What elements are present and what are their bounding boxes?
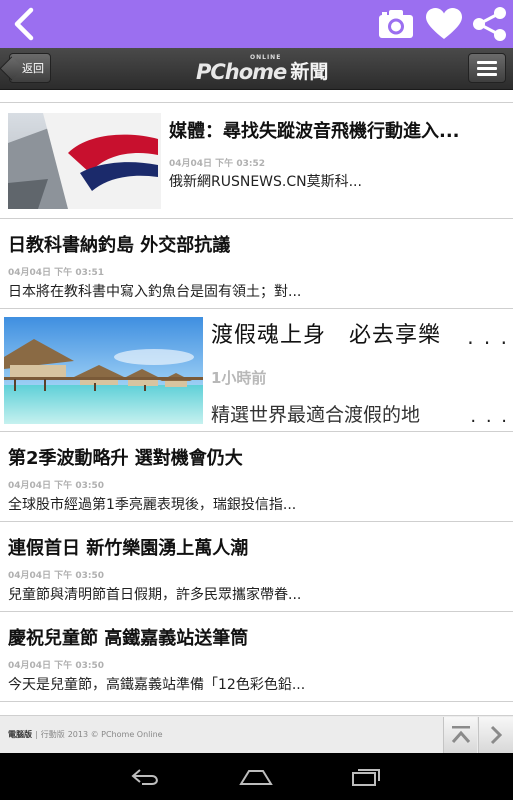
home-icon: [239, 770, 273, 785]
beach-villa-thumbnail: [4, 317, 203, 424]
news-title: 連假首日 新竹樂園湧上萬人潮: [8, 538, 249, 559]
news-time: 04月04日 下午 03:50: [8, 661, 104, 671]
copyright-text: 2013 © PChome Online: [67, 730, 163, 739]
news-title: 慶祝兒童節 高鐵嘉義站送筆筒: [8, 628, 249, 649]
footer-divider: |: [35, 730, 38, 739]
news-time: 04月04日 下午 03:50: [8, 571, 104, 581]
system-home-button[interactable]: [234, 761, 278, 793]
title-ellipsis: . . .: [467, 325, 509, 349]
menu-icon-bar: [477, 60, 497, 64]
scroll-top-button[interactable]: [443, 717, 477, 753]
favorite-button[interactable]: [424, 4, 464, 44]
logo-online: ONLINE: [250, 54, 282, 61]
list-top-divider: [0, 91, 513, 103]
summary-ellipsis: . . .: [470, 406, 509, 427]
share-button[interactable]: [470, 4, 510, 44]
news-summary: 俄新網RUSNEWS.CN莫斯科...: [169, 174, 362, 190]
menu-button[interactable]: [468, 53, 506, 83]
pchome-news-logo: PChome ONLINE 新聞: [196, 54, 328, 84]
recents-icon: [352, 769, 380, 786]
scroll-top-icon: [451, 726, 470, 743]
action-bar: [0, 0, 513, 48]
news-summary: 精選世界最適合渡假的地: [211, 404, 421, 426]
next-page-button[interactable]: [478, 717, 513, 753]
news-summary: 兒童節與清明節首日假期，許多民眾攜家帶眷...: [8, 587, 302, 603]
footer-links: 電腦版 | 行動版 2013 © PChome Online: [8, 729, 163, 740]
news-item[interactable]: 連假首日 新竹樂園湧上萬人潮 04月04日 下午 03:50 兒童節與清明節首日…: [0, 522, 513, 612]
news-summary: 全球股市經過第1季亮麗表現後，瑞銀投信指...: [8, 497, 297, 513]
system-back-button[interactable]: [124, 761, 168, 793]
logo-brand: PChome: [196, 60, 287, 84]
news-summary: 今天是兒童節，高鐵嘉義站準備「12色彩色鉛...: [8, 677, 306, 693]
app-header: 返回 PChome ONLINE 新聞: [0, 48, 513, 90]
back-icon: [131, 769, 158, 785]
airplane-thumbnail: [8, 113, 161, 209]
share-icon: [473, 7, 506, 41]
mobile-version-link[interactable]: 行動版: [41, 729, 65, 740]
chevron-left-icon: [14, 7, 34, 41]
news-item[interactable]: 日教科書納釣島 外交部抗議 04月04日 下午 03:51 日本將在教科書中寫入…: [0, 219, 513, 309]
news-item-text: 媒體：尋找失蹤波音飛機行動進入... 04月04日 下午 03:52 俄新網RU…: [169, 117, 505, 191]
desktop-version-link[interactable]: 電腦版: [8, 729, 32, 740]
camera-icon: [379, 10, 413, 38]
news-title: 第2季波動略升 選對機會仍大: [8, 448, 243, 469]
system-navigation-bar: [0, 753, 513, 800]
news-item[interactable]: 渡假魂上身 必去享樂 . . . 1小時前 精選世界最適合渡假的地 . . .: [0, 309, 513, 432]
news-time: 1小時前: [211, 369, 267, 387]
menu-icon-bar: [477, 72, 497, 76]
news-list: 媒體：尋找失蹤波音飛機行動進入... 04月04日 下午 03:52 俄新網RU…: [0, 91, 513, 715]
back-arrow-button[interactable]: [4, 4, 44, 44]
logo-section: 新聞: [290, 61, 329, 83]
header-back-button[interactable]: 返回: [9, 53, 51, 83]
news-time: 04月04日 下午 03:50: [8, 481, 104, 491]
page-footer: 電腦版 | 行動版 2013 © PChome Online: [0, 715, 513, 753]
chevron-right-icon: [490, 725, 503, 745]
news-item[interactable]: 媒體：尋找失蹤波音飛機行動進入... 04月04日 下午 03:52 俄新網RU…: [0, 103, 513, 219]
news-time: 04月04日 下午 03:51: [8, 268, 104, 278]
news-item-text: 渡假魂上身 必去享樂 . . . 1小時前 精選世界最適合渡假的地 . . .: [211, 317, 509, 427]
news-time: 04月04日 下午 03:52: [169, 159, 265, 169]
camera-button[interactable]: [376, 4, 416, 44]
news-title: 日教科書納釣島 外交部抗議: [8, 235, 231, 256]
header-back-label: 返回: [22, 62, 44, 75]
news-summary: 日本將在教科書中寫入釣魚台是固有領土；對...: [8, 284, 302, 300]
news-title: 渡假魂上身 必去享樂: [211, 323, 442, 348]
news-item[interactable]: 慶祝兒童節 高鐵嘉義站送筆筒 04月04日 下午 03:50 今天是兒童節，高鐵…: [0, 612, 513, 702]
system-recents-button[interactable]: [344, 761, 388, 793]
menu-icon-bar: [477, 66, 497, 70]
heart-icon: [426, 8, 462, 39]
news-title: 媒體：尋找失蹤波音飛機行動進入...: [169, 121, 460, 142]
news-item[interactable]: 第2季波動略升 選對機會仍大 04月04日 下午 03:50 全球股市經過第1季…: [0, 432, 513, 522]
